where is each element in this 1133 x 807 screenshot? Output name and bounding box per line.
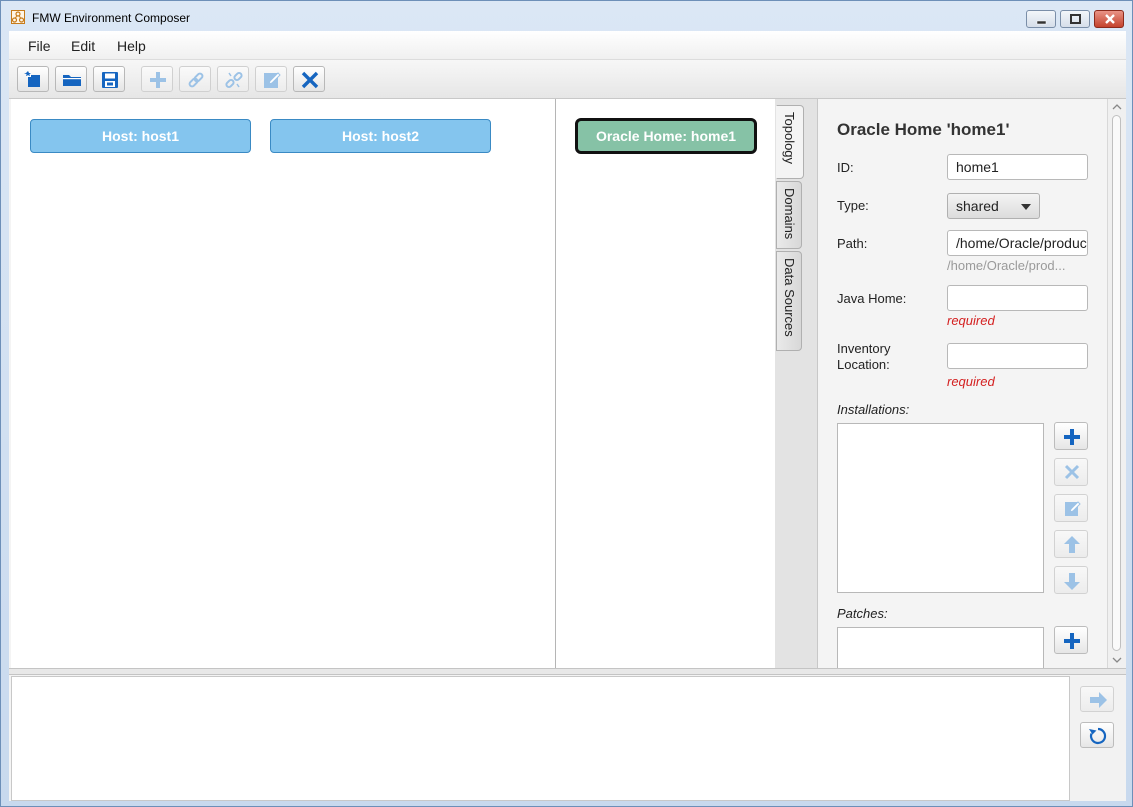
- link-icon: [188, 72, 204, 88]
- path-field[interactable]: /home/Oracle/products: [947, 230, 1088, 256]
- vertical-tab-bar: Topology Domains Data Sources: [775, 99, 817, 668]
- add-installation-button[interactable]: [1054, 422, 1088, 450]
- installations-list[interactable]: [837, 423, 1044, 593]
- new-file-icon: [24, 71, 40, 87]
- tab-data-sources[interactable]: Data Sources: [776, 251, 802, 351]
- arrow-down-icon: [1064, 573, 1080, 590]
- java-home-field[interactable]: [947, 285, 1088, 311]
- console-actions: [1070, 676, 1126, 801]
- app-window: FMW Environment Composer File Edit Help: [0, 0, 1133, 807]
- canvas-divider: [555, 99, 556, 668]
- add-button[interactable]: [141, 66, 173, 92]
- toolbar: [9, 60, 1126, 99]
- edit-icon: [1065, 501, 1081, 516]
- split-pane-divider[interactable]: [9, 668, 1126, 675]
- id-label: ID:: [837, 160, 854, 175]
- properties-panel: Oracle Home 'home1' ID: home1 Type: shar…: [817, 99, 1118, 668]
- open-button[interactable]: [55, 66, 87, 92]
- delete-button[interactable]: [293, 66, 325, 92]
- tab-label: Domains: [782, 188, 797, 240]
- client-area: File Edit Help Host: host1 Host: host2 O…: [9, 31, 1126, 801]
- tab-label: Topology: [782, 112, 797, 165]
- new-button[interactable]: [17, 66, 49, 92]
- add-icon: [1064, 633, 1080, 649]
- type-select[interactable]: shared: [947, 193, 1040, 219]
- unlink-icon: [225, 71, 243, 89]
- close-button[interactable]: [1094, 10, 1124, 28]
- patches-label: Patches:: [837, 606, 888, 621]
- path-hint: /home/Oracle/prod...: [947, 258, 1066, 273]
- minimize-button[interactable]: [1026, 10, 1056, 28]
- maximize-icon: [1070, 14, 1081, 24]
- refresh-button[interactable]: [1080, 722, 1114, 748]
- inventory-error: required: [947, 374, 995, 389]
- open-folder-icon: [63, 75, 81, 86]
- add-icon: [1064, 429, 1080, 445]
- tab-domains[interactable]: Domains: [776, 181, 802, 249]
- chevron-down-icon: [1021, 204, 1031, 210]
- path-label: Path:: [837, 236, 868, 251]
- close-icon: [1105, 14, 1115, 24]
- save-button[interactable]: [93, 66, 125, 92]
- topology-canvas[interactable]: Host: host1 Host: host2 Oracle Home: hom…: [11, 99, 775, 668]
- java-home-label: Java Home:: [837, 291, 907, 306]
- tab-topology[interactable]: Topology: [776, 105, 804, 179]
- installations-label: Installations:: [837, 402, 910, 417]
- unlink-button[interactable]: [217, 66, 249, 92]
- edit-icon: [264, 72, 281, 88]
- refresh-icon: [1089, 727, 1107, 745]
- menu-edit[interactable]: Edit: [71, 38, 95, 54]
- arrow-right-icon: [1090, 692, 1107, 708]
- maximize-button[interactable]: [1060, 10, 1090, 28]
- link-button[interactable]: [179, 66, 211, 92]
- save-icon: [102, 72, 118, 88]
- delete-icon: [1064, 464, 1080, 480]
- patches-list[interactable]: [837, 627, 1044, 668]
- move-down-button[interactable]: [1054, 566, 1088, 594]
- chevron-up-icon: [1112, 104, 1122, 110]
- scrollbar-thumb[interactable]: [1112, 115, 1121, 651]
- host-node-host2[interactable]: Host: host2: [270, 119, 491, 153]
- id-field[interactable]: home1: [947, 154, 1088, 180]
- type-label: Type:: [837, 198, 869, 213]
- console-area[interactable]: [11, 676, 1070, 801]
- edit-installation-button[interactable]: [1054, 494, 1088, 522]
- oracle-home-node[interactable]: Oracle Home: home1: [575, 118, 757, 154]
- menu-help[interactable]: Help: [117, 38, 146, 54]
- host-node-host1[interactable]: Host: host1: [30, 119, 251, 153]
- properties-scrollbar[interactable]: [1107, 99, 1126, 668]
- inventory-location-field[interactable]: [947, 343, 1088, 369]
- type-value: shared: [956, 198, 999, 214]
- delete-icon: [301, 71, 319, 89]
- graph-icon: [11, 10, 25, 24]
- add-patch-button[interactable]: [1054, 626, 1088, 654]
- menu-bar: File Edit Help: [9, 31, 1126, 60]
- run-button[interactable]: [1080, 686, 1114, 712]
- arrow-up-icon: [1064, 536, 1080, 553]
- window-title: FMW Environment Composer: [32, 11, 191, 25]
- move-up-button[interactable]: [1054, 530, 1088, 558]
- inventory-label-line1: Inventory: [837, 341, 891, 356]
- tab-label: Data Sources: [782, 258, 797, 337]
- remove-installation-button[interactable]: [1054, 458, 1088, 486]
- chevron-down-icon: [1112, 657, 1122, 663]
- title-bar[interactable]: FMW Environment Composer: [1, 1, 1132, 31]
- java-home-error: required: [947, 313, 995, 328]
- menu-file[interactable]: File: [28, 38, 51, 54]
- edit-button[interactable]: [255, 66, 287, 92]
- inventory-label-line2: Location:: [837, 357, 890, 372]
- panel-title: Oracle Home 'home1': [837, 120, 1010, 139]
- minimize-icon: [1036, 20, 1047, 25]
- add-icon: [150, 72, 166, 88]
